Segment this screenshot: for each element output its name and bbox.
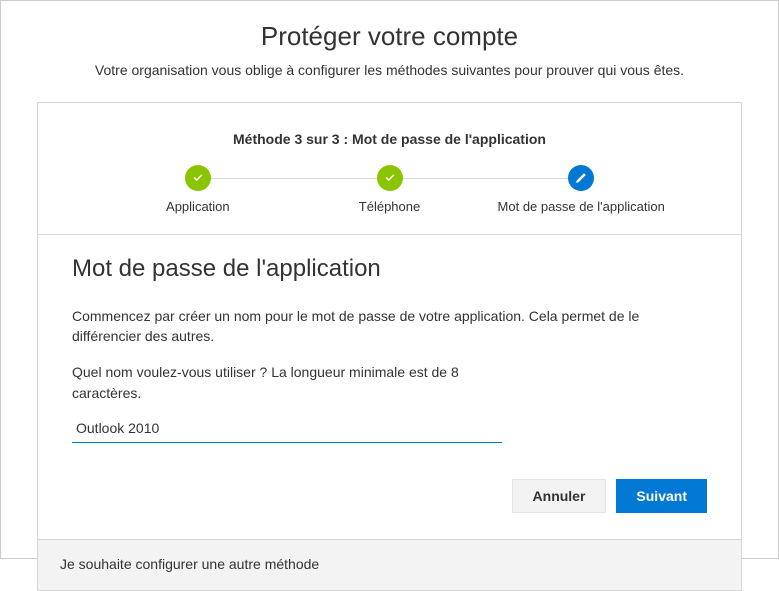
content-section: Mot de passe de l'application Commencez …	[38, 235, 741, 539]
stepper-section: Méthode 3 sur 3 : Mot de passe de l'appl…	[38, 103, 741, 235]
method-progress-label: Méthode 3 sur 3 : Mot de passe de l'appl…	[72, 131, 707, 147]
page-container: Protéger votre compte Votre organisation…	[0, 0, 779, 559]
step-telephone: Téléphone	[294, 165, 486, 214]
step-application: Application	[102, 165, 294, 214]
cancel-button[interactable]: Annuler	[512, 479, 607, 513]
step-app-password: Mot de passe de l'application	[485, 165, 677, 214]
step-label: Mot de passe de l'application	[498, 199, 665, 214]
check-icon	[377, 165, 403, 191]
app-password-name-input[interactable]	[72, 414, 502, 443]
alternate-method-link[interactable]: Je souhaite configurer une autre méthode	[38, 539, 741, 590]
check-icon	[185, 165, 211, 191]
content-description: Commencez par créer un nom pour le mot d…	[72, 307, 707, 346]
page-title: Protéger votre compte	[41, 21, 738, 52]
page-header: Protéger votre compte Votre organisation…	[1, 1, 778, 102]
step-label: Téléphone	[359, 199, 420, 214]
setup-card: Méthode 3 sur 3 : Mot de passe de l'appl…	[37, 102, 742, 591]
page-subtitle: Votre organisation vous oblige à configu…	[41, 62, 738, 78]
stepper: Application Téléphone Mot de passe de l'…	[72, 165, 707, 214]
input-label: Quel nom voulez-vous utiliser ? La longu…	[72, 362, 502, 404]
step-label: Application	[166, 199, 230, 214]
content-title: Mot de passe de l'application	[72, 255, 707, 283]
pencil-icon	[568, 165, 594, 191]
next-button[interactable]: Suivant	[616, 479, 707, 513]
button-row: Annuler Suivant	[72, 479, 707, 513]
